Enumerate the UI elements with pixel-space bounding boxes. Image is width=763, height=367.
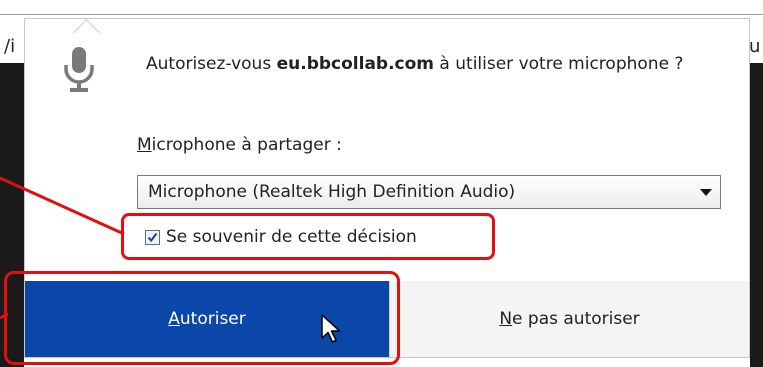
button-pointer-line — [0, 312, 9, 320]
checkbox-pointer-line — [0, 176, 125, 236]
annotation-pointers — [0, 176, 125, 320]
